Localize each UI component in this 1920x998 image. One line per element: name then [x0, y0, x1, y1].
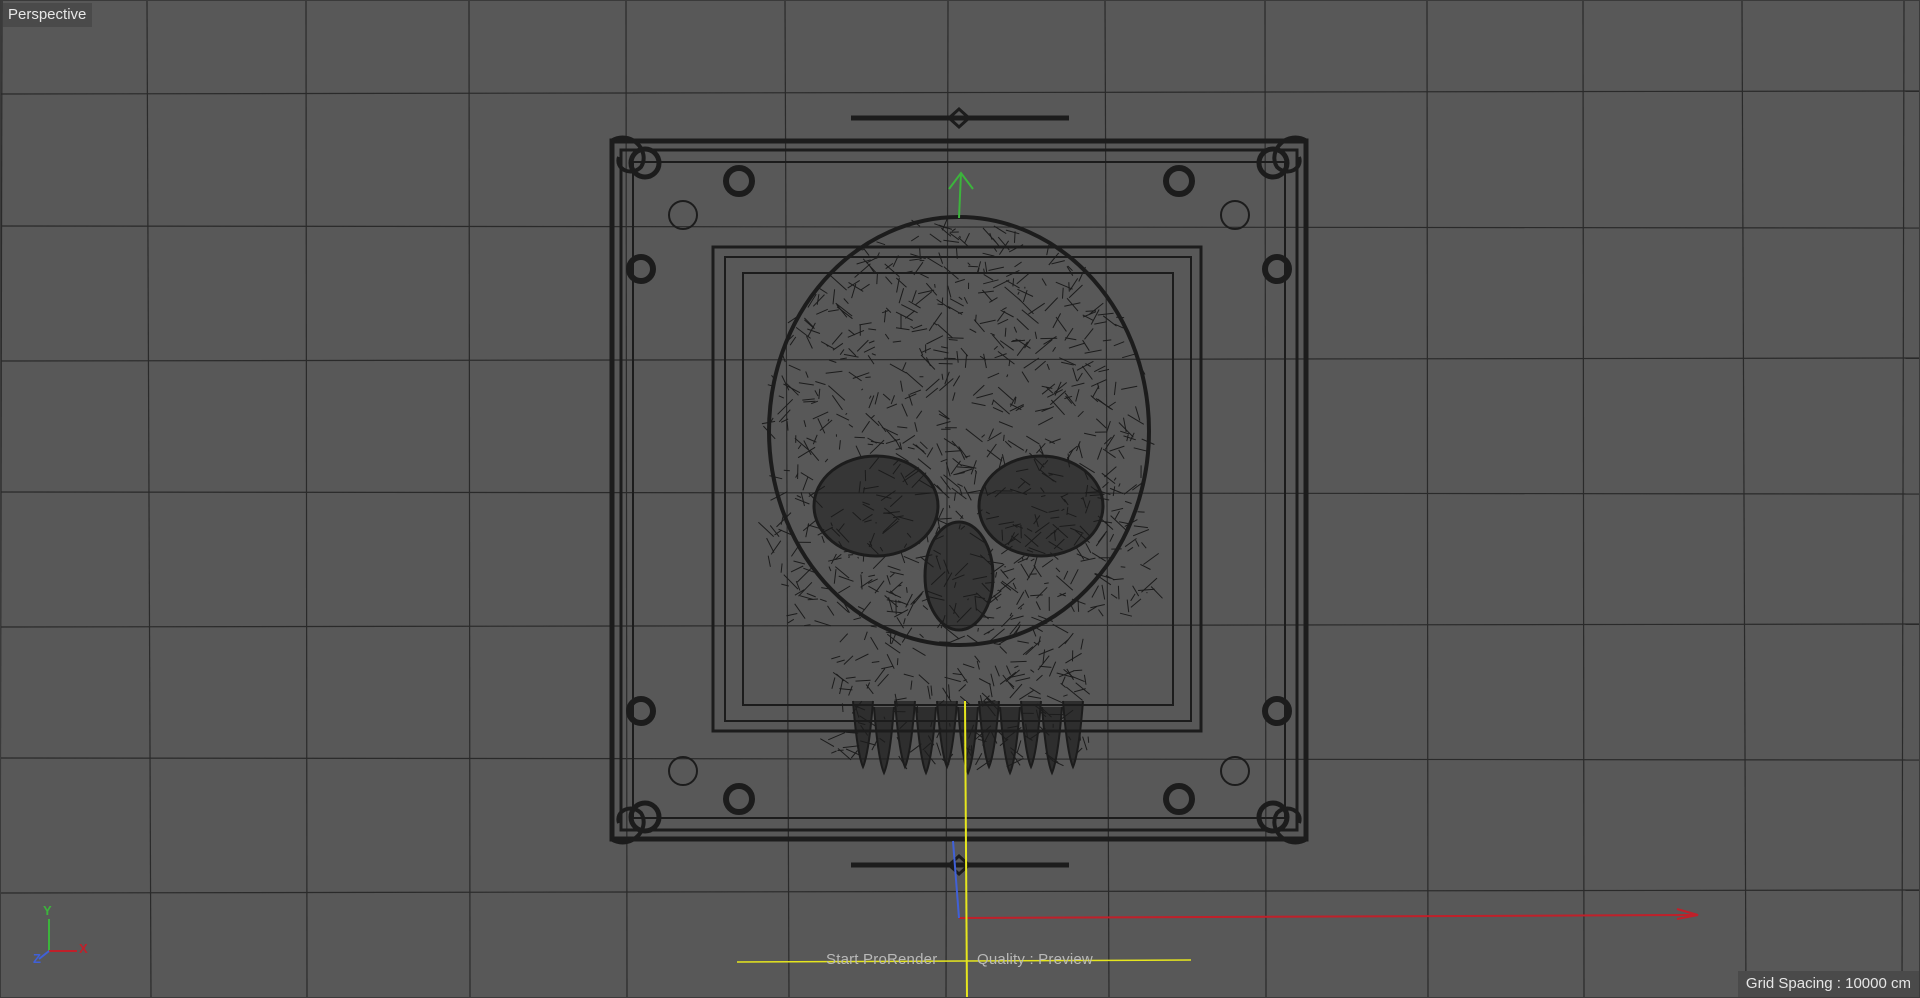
viewport-canvas[interactable]: [1, 1, 1920, 998]
view-name-label[interactable]: Perspective: [3, 3, 93, 27]
grid-spacing-readout: Grid Spacing : 10000 cm: [1737, 971, 1919, 997]
axis-y-label: Y: [43, 903, 52, 918]
viewport-perspective[interactable]: Perspective Start ProRender Quality : Pr…: [0, 0, 1920, 998]
start-prorender-button[interactable]: Start ProRender: [826, 951, 937, 968]
prorender-quality-label[interactable]: Quality : Preview: [977, 951, 1093, 968]
axis-x-label: X: [79, 941, 88, 956]
axis-z-label: Z: [33, 951, 41, 966]
axis-gizmo-corner: [38, 919, 77, 960]
skull-wireframe[interactable]: [758, 215, 1163, 776]
